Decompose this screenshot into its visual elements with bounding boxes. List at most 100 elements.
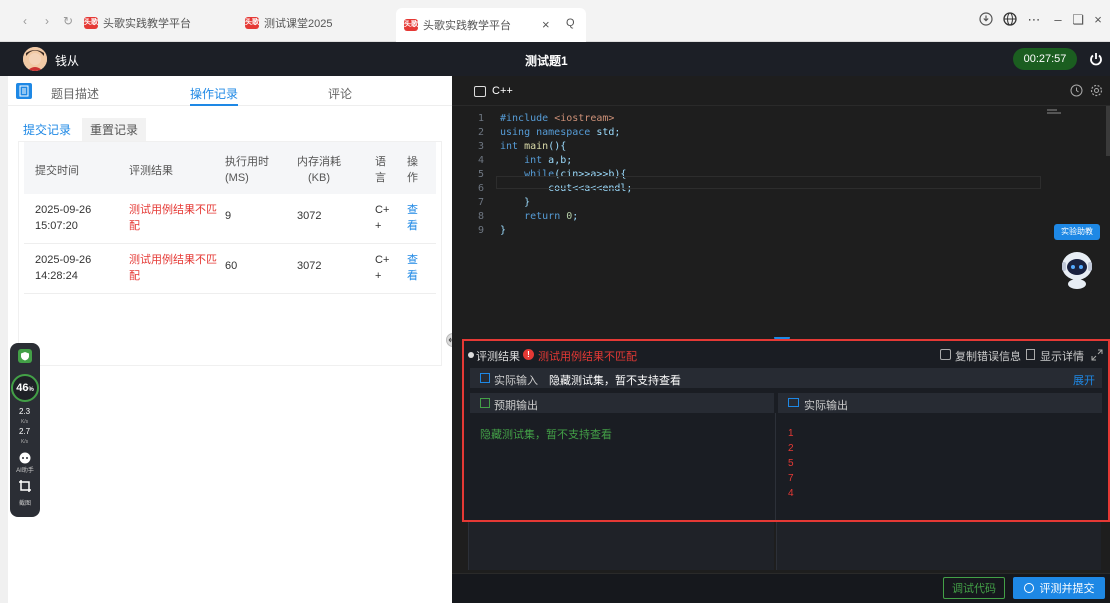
code-text[interactable]: using namespace std; [500, 126, 620, 140]
code-minimap[interactable] [1042, 106, 1110, 156]
code-line[interactable]: 8 return 0; [452, 210, 1042, 224]
input-value: 隐藏测试集，暂不支持查看 [549, 375, 681, 387]
line-number: 4 [477, 155, 484, 166]
expected-value: 隐藏测试集，暂不支持查看 [480, 429, 612, 441]
power-icon[interactable] [1088, 51, 1104, 67]
active-tab-underline [190, 104, 238, 106]
input-label: 实际输入 [494, 375, 538, 387]
actual-value-line: 5 [788, 458, 794, 469]
toutiao-logo-icon: 头歌 [245, 17, 259, 29]
upload-speed: 2.3 K/s [19, 407, 31, 425]
avatar[interactable] [23, 47, 47, 71]
line-number: 8 [477, 211, 484, 222]
app-header: 钱从 测试题1 00:27:57 [0, 42, 1110, 76]
browser-tab-bar: ‹ › ↻ 头歌 头歌实践教学平台 头歌 测试课堂2025 头歌 头歌实践教学平… [0, 0, 1110, 42]
cell-time: 2025-09-26 15:07:20 [35, 204, 92, 232]
expand-button[interactable]: 展开 [1073, 372, 1095, 388]
code-line[interactable]: 1 #include <iostream> [452, 112, 1042, 126]
tab-comments[interactable]: 评论 [328, 85, 352, 102]
subtab-reset-records[interactable]: 重置记录 [82, 118, 147, 141]
actual-value-line: 4 [788, 488, 794, 499]
submit-button[interactable]: 评测并提交 [1013, 577, 1105, 599]
line-number: 7 [477, 197, 484, 208]
document-icon[interactable] [16, 83, 32, 99]
current-line-highlight [496, 176, 1041, 189]
view-link[interactable]: 查 看 [407, 202, 418, 234]
globe-icon[interactable] [1002, 12, 1018, 28]
code-text[interactable]: } [500, 196, 530, 210]
settings-gear-icon[interactable] [1090, 84, 1103, 97]
detail-doc-icon[interactable] [1026, 349, 1035, 360]
test-result-panel: 评测结果 ! 测试用例结果不匹配 复制错误信息 显示详情 实际输入 隐藏测试集，… [462, 339, 1110, 522]
line-number: 5 [477, 169, 484, 180]
line-number: 9 [477, 225, 484, 236]
user-name[interactable]: 钱从 [55, 52, 79, 69]
cell-lang: C+ + [375, 254, 390, 282]
browser-tab-label: 头歌实践教学平台 [423, 20, 511, 32]
col-mem: 内存消耗 (KB) [297, 156, 341, 184]
cell-result: 测试用例结果不匹 配 [129, 204, 217, 232]
code-text[interactable]: return 0; [500, 210, 578, 224]
editor-footer [452, 573, 1110, 603]
editor-toolbar: C++ [452, 76, 1110, 106]
cpu-percent: 46 [16, 382, 29, 394]
minimize-icon[interactable]: – [1050, 12, 1066, 28]
screenshot-label: 截图 [18, 501, 31, 507]
play-circle-icon [1023, 583, 1034, 593]
tab-description[interactable]: 题目描述 [51, 85, 99, 102]
subtab-submit-records[interactable]: 提交记录 [23, 121, 72, 143]
code-file-icon [474, 86, 486, 97]
back-icon[interactable]: ‹ [18, 14, 32, 28]
cell-mem: 3072 [297, 210, 322, 222]
output-divider [775, 413, 776, 520]
forward-icon[interactable]: › [40, 14, 54, 28]
show-detail-button[interactable]: 显示详情 [1040, 348, 1084, 364]
code-editor[interactable]: 1 #include <iostream> 2 using namespace std… [452, 106, 1110, 336]
input-box-icon [480, 373, 490, 383]
history-icon[interactable] [1070, 84, 1083, 97]
code-line[interactable]: 3 int main(){ [452, 140, 1042, 154]
code-text[interactable]: #include <iostream> [500, 112, 614, 126]
language-select[interactable]: C++ [492, 85, 513, 97]
countdown-timer: 00:27:57 [1013, 48, 1077, 70]
ai-assistant-icon[interactable] [18, 452, 32, 464]
browser-tab-1[interactable]: 头歌 头歌实践教学平台 [84, 10, 234, 36]
view-link[interactable]: 查 看 [407, 252, 418, 284]
refresh-icon[interactable]: ↻ [61, 14, 75, 28]
lab-assistant-badge[interactable]: 实验助教 [1054, 224, 1100, 240]
screenshot-icon[interactable] [18, 479, 32, 493]
copy-icon[interactable] [940, 349, 951, 360]
download-icon[interactable] [978, 12, 994, 28]
expected-icon [480, 398, 490, 408]
robot-assistant-icon[interactable] [1059, 248, 1095, 290]
system-monitor-widget[interactable]: 46% 2.3 K/s 2.7 K/s AI助手 截图 [10, 343, 40, 517]
shield-icon [18, 349, 32, 363]
actual-value-line: 1 [788, 428, 794, 439]
status-dot-icon [468, 352, 474, 358]
copy-error-button[interactable]: 复制错误信息 [955, 348, 1021, 364]
expand-fullscreen-icon[interactable] [1091, 349, 1103, 361]
code-line[interactable]: 4 int a,b; [452, 154, 1042, 168]
col-lang: 语 言 [375, 156, 386, 184]
close-tab-icon[interactable]: × [542, 17, 550, 32]
code-line[interactable]: 9} [452, 224, 1042, 238]
tab-records[interactable]: 操作记录 [190, 85, 238, 102]
browser-tab-2[interactable]: 头歌 测试课堂2025 [245, 10, 385, 36]
result-title: 评测结果 [476, 351, 520, 363]
restore-icon[interactable]: ❏ [1070, 12, 1086, 28]
cell-lang: C+ + [375, 204, 390, 232]
search-icon[interactable]: Q [566, 17, 575, 29]
browser-tab-3-active[interactable]: 头歌 头歌实践教学平台 × Q [396, 8, 586, 42]
code-line[interactable]: 7 } [452, 196, 1042, 210]
left-tabs: 题目描述 操作记录 评论 [8, 76, 452, 106]
actual-input-row: 实际输入 隐藏测试集，暂不支持查看 展开 [470, 368, 1102, 388]
editor-scrollbar[interactable] [1106, 106, 1110, 156]
actual-value-line: 7 [788, 473, 794, 484]
close-window-icon[interactable]: × [1090, 12, 1106, 28]
more-icon[interactable]: ⋯ [1026, 12, 1042, 28]
code-line[interactable]: 2 using namespace std; [452, 126, 1042, 140]
debug-code-button[interactable]: 调试代码 [943, 577, 1005, 599]
code-text[interactable]: int a,b; [500, 154, 572, 168]
code-text[interactable]: int main(){ [500, 140, 566, 154]
code-text[interactable]: } [500, 224, 506, 238]
